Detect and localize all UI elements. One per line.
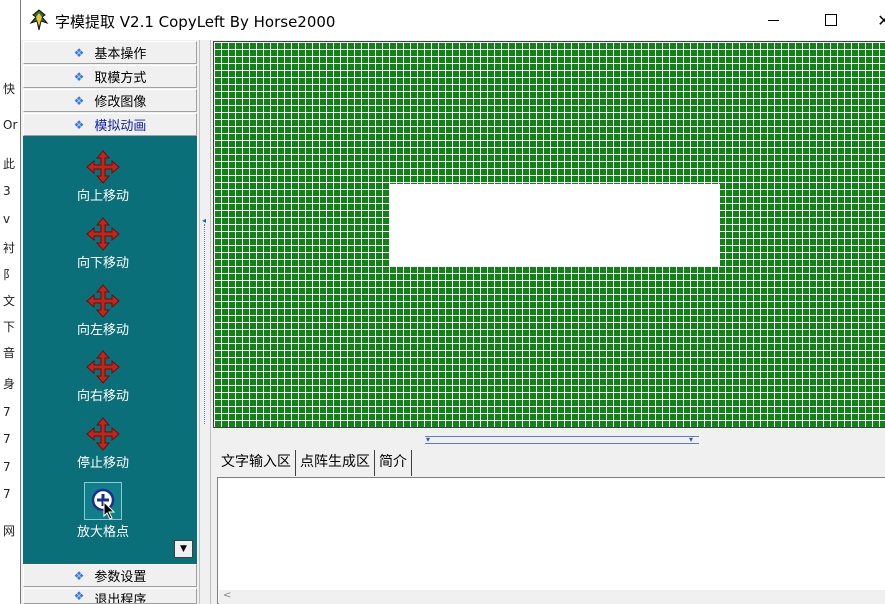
tab-bar: 文字输入区 点阵生成区 简介: [217, 450, 412, 476]
close-button[interactable]: ✕: [861, 0, 885, 40]
bg-text: v: [3, 212, 11, 226]
tab-about[interactable]: 简介: [375, 450, 412, 476]
maximize-button[interactable]: [808, 0, 854, 40]
bg-text: 7: [3, 460, 11, 474]
cursor-icon: [103, 501, 116, 520]
menu-label: 退出程序: [94, 593, 147, 604]
menu-parameter-settings[interactable]: ❖ 参数设置: [23, 564, 197, 587]
menu-label: 参数设置: [94, 570, 147, 585]
move-arrows-icon: [86, 350, 120, 384]
stop-move-label: 停止移动: [76, 456, 129, 471]
minimize-button[interactable]: [750, 0, 796, 40]
move-up-label: 向上移动: [76, 189, 129, 204]
text-input-area[interactable]: [217, 477, 885, 604]
zoom-grid-label: 放大格点: [76, 525, 129, 540]
collapse-down-icon: ▾: [426, 435, 431, 444]
app-icon: [29, 9, 49, 31]
bg-text: 衬: [3, 241, 16, 255]
diamond-icon: ❖: [73, 45, 85, 60]
menu-edit-image[interactable]: ❖ 修改图像: [23, 89, 197, 112]
menu-extraction-mode[interactable]: ❖ 取模方式: [23, 65, 197, 88]
bg-text: 音: [3, 346, 16, 360]
minimize-icon: [767, 19, 779, 21]
move-right-label: 向右移动: [76, 389, 129, 404]
bg-text: 快: [3, 82, 16, 96]
bg-text: 下: [3, 320, 16, 334]
menu-label: 基本操作: [94, 47, 147, 62]
move-left-button[interactable]: 向左移动: [23, 284, 183, 338]
diamond-icon: ❖: [73, 69, 85, 84]
zoom-box: [84, 482, 122, 520]
stop-move-button[interactable]: 停止移动: [23, 417, 183, 471]
menu-exit-program[interactable]: ❖ 退出程序: [23, 588, 197, 604]
close-icon: ✕: [877, 10, 885, 30]
bg-text: 网: [3, 524, 16, 538]
bg-text: 7: [3, 487, 11, 501]
menu-label: 模拟动画: [94, 119, 147, 134]
bg-text: 此: [3, 157, 16, 171]
scroll-left-icon: <: [223, 590, 232, 601]
bg-text: 身: [3, 377, 16, 391]
horizontal-scrollbar[interactable]: <: [219, 590, 885, 604]
app-window: 字模提取 V2.1 CopyLeft By Horse2000 ✕ ❖ 基本操作…: [20, 0, 885, 604]
vertical-splitter[interactable]: ◂: [199, 40, 211, 604]
window-title: 字模提取 V2.1 CopyLeft By Horse2000: [55, 13, 336, 31]
menu-basic-operations[interactable]: ❖ 基本操作: [23, 41, 197, 64]
move-right-button[interactable]: 向右移动: [23, 350, 183, 404]
text-preview-region: [390, 184, 720, 266]
menu-simulate-animation[interactable]: ❖ 模拟动画: [23, 113, 197, 136]
bg-text: Or: [3, 118, 18, 132]
chevron-down-icon: ▼: [180, 544, 187, 554]
move-arrows-icon: [86, 284, 120, 318]
diamond-icon: ❖: [73, 589, 85, 603]
diamond-icon: ❖: [73, 117, 85, 132]
move-arrows-icon: [86, 217, 120, 251]
splitter-grip: [204, 224, 207, 424]
move-down-label: 向下移动: [76, 256, 129, 271]
bg-text: 3: [3, 184, 11, 198]
move-left-label: 向左移动: [76, 323, 129, 338]
horizontal-splitter[interactable]: ▾ ▾: [213, 432, 885, 446]
bg-text: 7: [3, 405, 11, 419]
bg-text: 阝: [3, 268, 16, 282]
move-arrows-icon: [86, 417, 120, 451]
maximize-icon: [825, 14, 837, 26]
zoom-grid-button[interactable]: 放大格点: [23, 482, 183, 540]
diamond-icon: ❖: [73, 93, 85, 108]
menu-label: 取模方式: [94, 71, 147, 86]
move-up-button[interactable]: 向上移动: [23, 150, 183, 204]
bg-text: 文: [3, 294, 16, 308]
tab-matrix-output[interactable]: 点阵生成区: [296, 450, 375, 476]
animation-panel: 向上移动 向下移动 向左移动 向右移动 停止移动 放大格点 ▼: [23, 136, 197, 564]
diamond-icon: ❖: [73, 568, 85, 583]
scroll-down-button[interactable]: ▼: [174, 540, 193, 558]
move-arrows-icon: [86, 150, 120, 184]
tab-text-input[interactable]: 文字输入区: [217, 450, 296, 476]
dot-matrix-grid[interactable]: [213, 41, 885, 428]
title-bar[interactable]: 字模提取 V2.1 CopyLeft By Horse2000 ✕: [21, 0, 885, 40]
move-down-button[interactable]: 向下移动: [23, 217, 183, 271]
bg-text: 7: [3, 432, 11, 446]
menu-label: 修改图像: [94, 95, 147, 110]
collapse-down-icon: ▾: [689, 435, 694, 444]
left-panel: ❖ 基本操作 ❖ 取模方式 ❖ 修改图像 ❖ 模拟动画 向上移动 向下移动 向左…: [21, 40, 199, 604]
splitter-grip: [425, 436, 699, 444]
